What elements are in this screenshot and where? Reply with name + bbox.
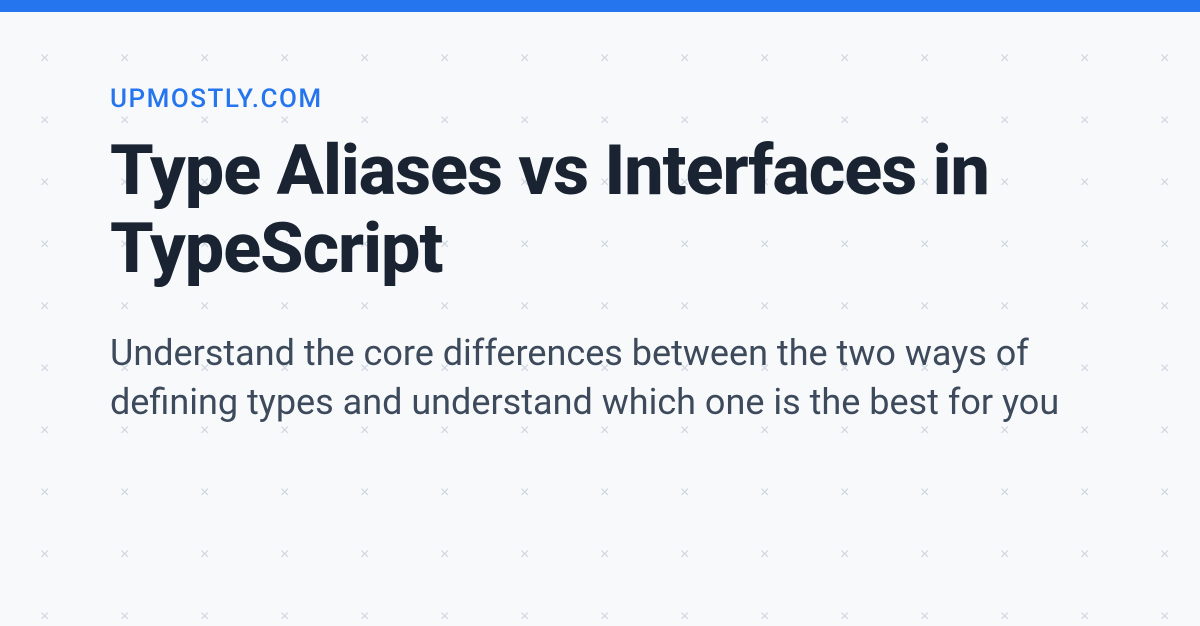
site-name-label: UPMOSTLY.COM <box>110 84 1090 114</box>
accent-top-bar <box>0 0 1200 12</box>
article-title: Type Aliases vs Interfaces in TypeScript <box>110 132 1090 289</box>
article-card: UPMOSTLY.COM Type Aliases vs Interfaces … <box>0 12 1200 428</box>
article-description: Understand the core differences between … <box>110 329 1090 428</box>
